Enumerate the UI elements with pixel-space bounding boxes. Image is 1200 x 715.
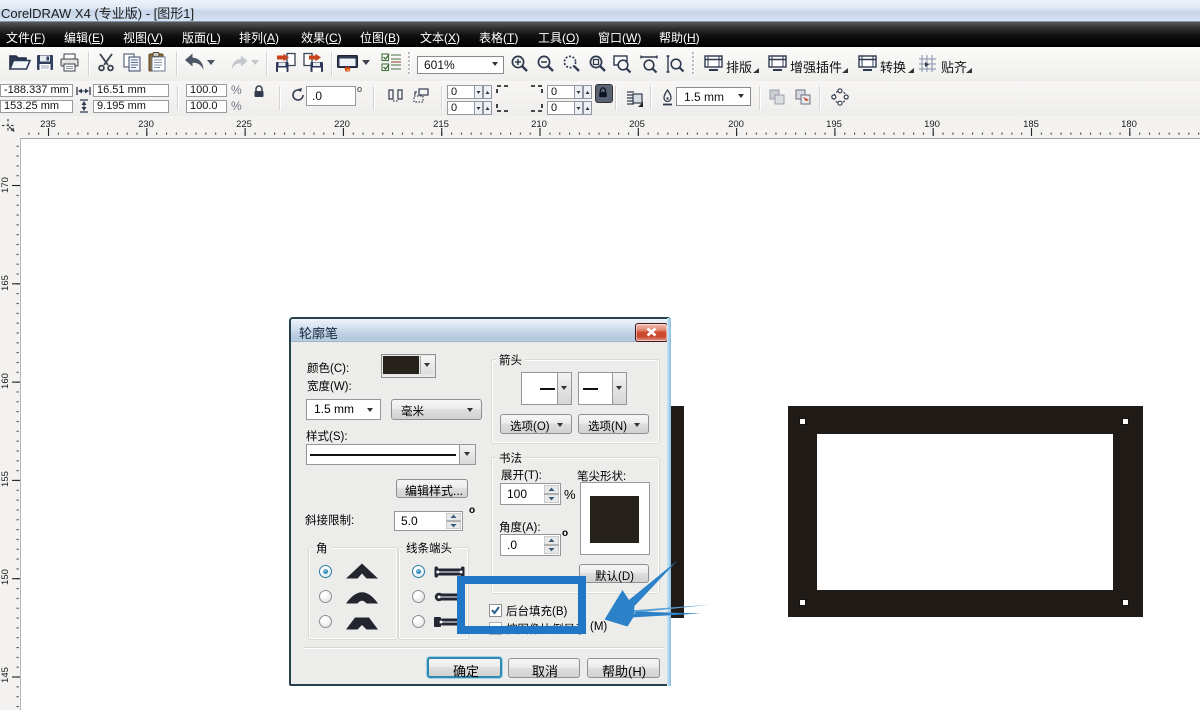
svg-text:230: 230 — [138, 119, 154, 130]
svg-text:215: 215 — [433, 119, 449, 130]
svg-text:195: 195 — [826, 119, 842, 130]
svg-text:145: 145 — [0, 667, 11, 683]
svg-text:180: 180 — [1121, 119, 1137, 130]
svg-text:205: 205 — [629, 119, 645, 130]
svg-text:220: 220 — [334, 119, 350, 130]
svg-text:185: 185 — [1023, 119, 1039, 130]
svg-text:225: 225 — [236, 119, 252, 130]
svg-text:155: 155 — [0, 471, 11, 487]
svg-text:200: 200 — [728, 119, 744, 130]
svg-text:190: 190 — [924, 119, 940, 130]
svg-text:235: 235 — [40, 119, 56, 130]
svg-text:170: 170 — [0, 177, 11, 193]
svg-text:210: 210 — [531, 119, 547, 130]
svg-text:160: 160 — [0, 373, 11, 389]
svg-text:150: 150 — [0, 569, 11, 585]
svg-text:165: 165 — [0, 275, 11, 291]
